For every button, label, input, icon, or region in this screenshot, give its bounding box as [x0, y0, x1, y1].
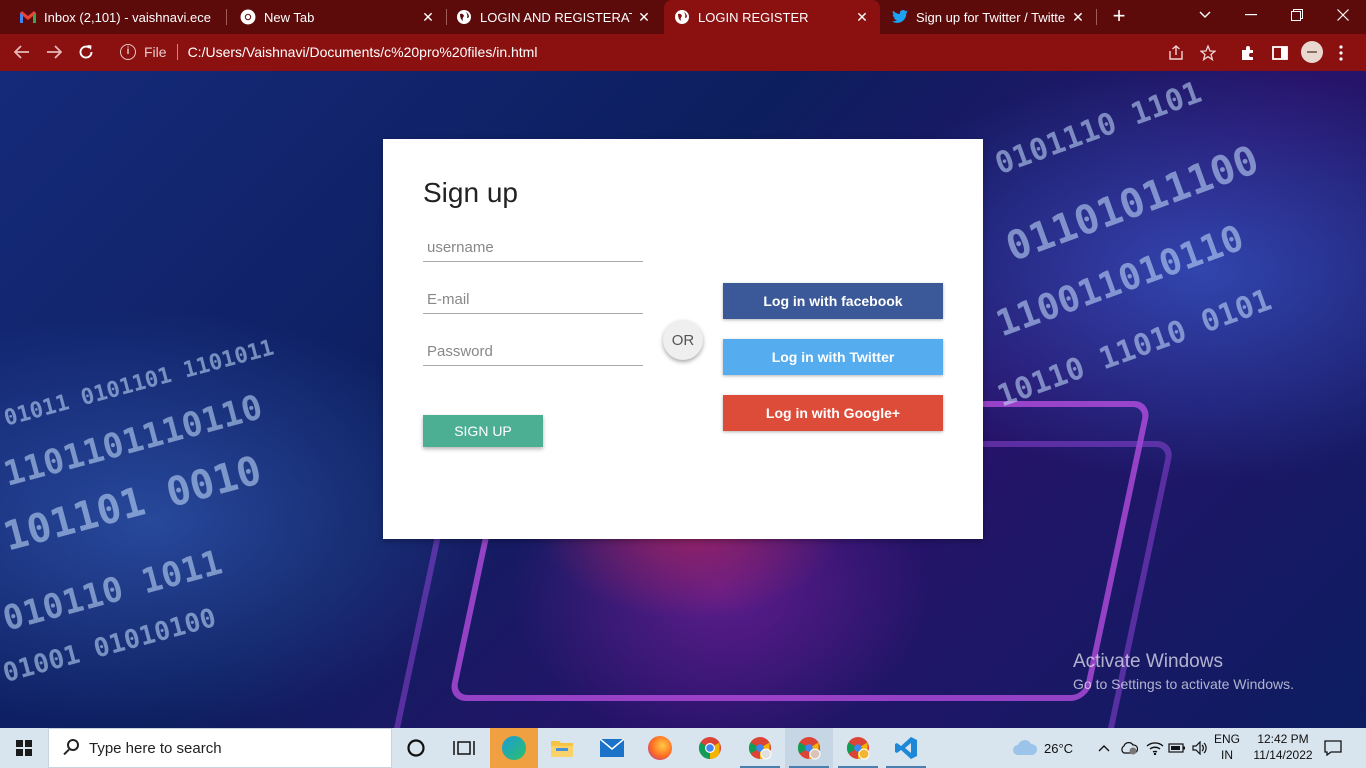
- chrome-icon: [699, 737, 721, 759]
- twitter-icon: [892, 9, 908, 25]
- tab-title: Sign up for Twitter / Twitter: [916, 9, 1066, 25]
- facebook-login-button[interactable]: Log in with facebook: [723, 283, 943, 319]
- mail-app[interactable]: [588, 728, 636, 768]
- taskbar-search[interactable]: Type here to search: [48, 728, 392, 768]
- lang-code: ENG: [1214, 732, 1241, 746]
- onedrive-icon[interactable]: [1120, 728, 1138, 768]
- url-text[interactable]: C:/Users/Vaishnavi/Documents/c%20pro%20f…: [188, 44, 538, 60]
- activate-windows-watermark: Activate Windows Go to Settings to activ…: [1073, 651, 1294, 692]
- firefox-app[interactable]: [636, 728, 684, 768]
- close-window-button[interactable]: [1320, 0, 1366, 30]
- close-icon[interactable]: ✕: [416, 9, 440, 26]
- folder-icon: [551, 741, 573, 757]
- chrome-profile-icon: [798, 737, 821, 760]
- chrome-profile-app-2[interactable]: [834, 728, 882, 768]
- watermark-subtitle: Go to Settings to activate Windows.: [1073, 676, 1294, 692]
- vscode-app[interactable]: [882, 728, 930, 768]
- firefox-icon: [648, 736, 672, 760]
- battery-icon[interactable]: [1168, 728, 1186, 768]
- google-login-button[interactable]: Log in with Google+: [723, 395, 943, 431]
- username-input[interactable]: [423, 234, 643, 262]
- chrome-profile-app[interactable]: [736, 728, 784, 768]
- tab-title: New Tab: [264, 9, 315, 25]
- vscode-icon: [895, 737, 917, 759]
- password-field[interactable]: [423, 338, 643, 366]
- close-icon[interactable]: ✕: [1066, 9, 1090, 26]
- restore-button[interactable]: [1274, 0, 1320, 30]
- info-icon[interactable]: i: [120, 44, 136, 60]
- tab-strip: Inbox (2,101) - vaishnavi.ece New Tab ✕ …: [0, 0, 1366, 34]
- form-title: Sign up: [423, 177, 518, 208]
- bookmark-star-icon[interactable]: [1197, 42, 1219, 64]
- reload-button[interactable]: [72, 38, 100, 66]
- globe-icon: [456, 9, 472, 25]
- close-icon[interactable]: ✕: [632, 9, 656, 26]
- profile-avatar[interactable]: [1301, 41, 1323, 63]
- taskbar: Type here to search 26°C ENG IN 12:42 PM…: [0, 728, 1366, 768]
- tab-new-tab[interactable]: New Tab ✕: [220, 0, 446, 34]
- back-button[interactable]: [8, 38, 36, 66]
- menu-kebab-icon[interactable]: [1330, 42, 1352, 64]
- address-bar[interactable]: i File C:/Users/Vaishnavi/Documents/c%20…: [108, 38, 1228, 66]
- forward-button[interactable]: [40, 38, 68, 66]
- weather-widget[interactable]: 26°C: [1012, 728, 1073, 768]
- weather-temp: 26°C: [1044, 740, 1074, 756]
- file-explorer-app[interactable]: [538, 728, 586, 768]
- edge-app[interactable]: [490, 728, 538, 768]
- region-code: IN: [1221, 748, 1233, 762]
- notifications-icon[interactable]: [1324, 728, 1342, 768]
- mail-icon: [600, 739, 624, 757]
- system-clock[interactable]: 12:42 PM 11/14/2022: [1244, 731, 1322, 763]
- tab-title: LOGIN AND REGISTERATION: [480, 9, 632, 25]
- tab-twitter-signup[interactable]: Sign up for Twitter / Twitter ✕: [882, 0, 1096, 34]
- email-field[interactable]: [423, 286, 643, 314]
- extensions-puzzle-icon[interactable]: [1237, 42, 1259, 64]
- windows-logo-icon: [16, 740, 32, 756]
- chrome-profile-app-active[interactable]: [785, 728, 833, 768]
- tab-title: Inbox (2,101) - vaishnavi.ece: [44, 9, 211, 25]
- tab-gmail[interactable]: Inbox (2,101) - vaishnavi.ece: [0, 0, 226, 34]
- chrome-profile-icon: [749, 737, 772, 760]
- share-icon[interactable]: [1165, 42, 1187, 64]
- language-indicator[interactable]: ENG IN: [1214, 731, 1240, 763]
- edge-icon: [502, 736, 526, 760]
- scheme-label: File: [144, 44, 167, 60]
- search-icon: [63, 739, 81, 757]
- tab-title: LOGIN REGISTER: [698, 9, 809, 25]
- globe-icon: [674, 9, 690, 25]
- side-panel-icon[interactable]: [1269, 42, 1291, 64]
- start-button[interactable]: [0, 728, 48, 768]
- tray-overflow-chevron-icon[interactable]: [1098, 728, 1110, 768]
- signup-button[interactable]: SIGN UP: [423, 415, 543, 447]
- signup-card: Sign up SIGN UP OR Log in with facebook …: [383, 139, 983, 539]
- cortana-button[interactable]: [392, 728, 440, 768]
- gmail-icon: [20, 9, 36, 25]
- minimize-button[interactable]: [1228, 0, 1274, 30]
- or-divider: OR: [663, 320, 703, 360]
- new-tab-button[interactable]: +: [1106, 5, 1132, 29]
- chrome-profile-icon: [847, 737, 870, 760]
- clock-date: 11/14/2022: [1253, 748, 1313, 762]
- volume-icon[interactable]: [1192, 728, 1208, 768]
- cloud-icon: [1013, 740, 1038, 755]
- search-placeholder: Type here to search: [89, 739, 222, 757]
- tab-search-chevron-icon[interactable]: [1182, 0, 1228, 30]
- tab-login-register[interactable]: LOGIN REGISTER ✕: [664, 0, 880, 34]
- chrome-icon: [240, 9, 256, 25]
- watermark-title: Activate Windows: [1073, 651, 1223, 672]
- browser-toolbar: i File C:/Users/Vaishnavi/Documents/c%20…: [0, 34, 1366, 71]
- twitter-login-button[interactable]: Log in with Twitter: [723, 339, 943, 375]
- chrome-app[interactable]: [686, 728, 734, 768]
- tab-login-registration[interactable]: LOGIN AND REGISTERATION ✕: [446, 0, 662, 34]
- wifi-icon[interactable]: [1146, 728, 1164, 768]
- task-view-button[interactable]: [440, 728, 488, 768]
- clock-time: 12:42 PM: [1257, 732, 1309, 746]
- close-icon[interactable]: ✕: [850, 9, 874, 26]
